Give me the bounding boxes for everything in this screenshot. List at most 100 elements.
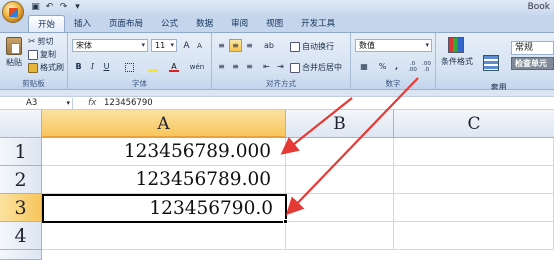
brush-icon [28, 62, 38, 73]
cut-button[interactable]: ✂ 剪切 [28, 36, 54, 47]
fx-icon[interactable]: fx [88, 97, 97, 110]
number-format-combo[interactable]: 数值 [355, 39, 432, 52]
font-group-label: 字体 [132, 79, 147, 88]
tab-data[interactable]: 数据 [187, 15, 222, 32]
italic-button[interactable]: I [86, 60, 99, 73]
name-box[interactable]: A3 [1, 98, 73, 109]
decrease-decimal-button[interactable]: .00 .0 [420, 60, 433, 73]
redo-icon[interactable]: ↷ [58, 2, 69, 13]
cell-a1[interactable]: 123456789.000 [42, 138, 286, 166]
align-right-button[interactable]: ≡ [243, 60, 256, 73]
shrink-font-label: A [197, 42, 202, 50]
number-group-label: 数字 [385, 79, 401, 88]
font-color-swatch [169, 70, 179, 72]
row-header-4[interactable]: 4 [0, 222, 42, 250]
tab-review[interactable]: 审阅 [222, 15, 257, 32]
spreadsheet-grid: A B C 1 2 3 4 123456789.000 123456789.00… [0, 110, 554, 260]
cell-b3[interactable] [286, 194, 394, 222]
grow-font-label: A [183, 41, 190, 51]
phonetic-button[interactable]: wén [187, 60, 207, 73]
tab-page-layout[interactable]: 页面布局 [100, 15, 152, 32]
cell-style-normal[interactable]: 常规 [511, 41, 554, 55]
border-icon [124, 63, 134, 72]
paste-button[interactable]: 粘贴 [4, 37, 24, 68]
format-painter-label: 格式刷 [40, 63, 64, 72]
align-bottom-button[interactable]: ≡ [243, 39, 256, 52]
tab-home[interactable]: 开始 [28, 15, 66, 32]
row-header-5[interactable] [0, 250, 42, 260]
shrink-font-button[interactable]: A [193, 39, 206, 52]
alignment-group-label: 对齐方式 [266, 79, 296, 88]
increase-indent-icon: ⇥ [277, 62, 284, 71]
row-header-3[interactable]: 3 [0, 194, 42, 222]
fill-color-button[interactable] [144, 60, 162, 73]
align-top-button[interactable]: ≡ [215, 39, 228, 52]
wrap-text-button[interactable]: 自动换行 [290, 41, 334, 52]
tab-formulas[interactable]: 公式 [152, 15, 187, 32]
paste-icon [6, 37, 22, 55]
cell-c1[interactable] [394, 138, 554, 166]
column-header-c[interactable]: C [394, 110, 554, 138]
currency-button[interactable]: ▦ [355, 60, 373, 73]
tab-developer[interactable]: 开发工具 [292, 15, 344, 32]
undo-icon[interactable]: ↶ [44, 2, 55, 13]
merge-icon [290, 62, 300, 73]
column-header-a[interactable]: A [42, 110, 286, 138]
comma-button[interactable]: , [390, 60, 403, 73]
row-header-2[interactable]: 2 [0, 166, 42, 194]
decrease-indent-icon: ⇤ [263, 62, 270, 71]
office-button[interactable] [2, 1, 24, 23]
cell-b4[interactable] [286, 222, 394, 250]
copy-button[interactable]: 复制 [28, 49, 56, 60]
title-bar: ▣ ↶ ↷ ▾ Book [0, 0, 554, 15]
select-all-corner[interactable] [0, 110, 42, 138]
underline-button[interactable]: U [100, 60, 113, 73]
font-name-combo[interactable]: 宋体 [72, 39, 148, 52]
table-format-icon [483, 55, 499, 71]
conditional-format-icon [448, 37, 464, 53]
borders-button[interactable] [120, 60, 138, 73]
cell-b2[interactable] [286, 166, 394, 194]
cell-c4[interactable] [394, 222, 554, 250]
align-left-button[interactable]: ≡ [215, 60, 228, 73]
cell-a3[interactable]: 123456790.0 [42, 194, 287, 223]
grow-font-button[interactable]: A [180, 39, 193, 52]
merge-center-button[interactable]: 合并后居中 [290, 62, 342, 73]
save-icon[interactable]: ▣ [30, 2, 41, 13]
wrap-text-label: 自动换行 [302, 42, 334, 51]
cell-c2[interactable] [394, 166, 554, 194]
increase-indent-button[interactable]: ⇥ [274, 60, 287, 73]
tab-view[interactable]: 视图 [257, 15, 292, 32]
scissors-icon: ✂ [28, 36, 36, 47]
cell-style-check-cell[interactable]: 检查单元 [511, 57, 554, 70]
currency-icon: ▦ [360, 62, 368, 71]
conditional-formatting-label: 条件格式 [441, 57, 473, 66]
conditional-formatting-button[interactable]: 条件格式 [441, 37, 473, 67]
customize-icon[interactable]: ▾ [72, 2, 83, 13]
align-center-button[interactable]: ≡ [229, 60, 242, 73]
formula-input[interactable]: 123456790 [104, 97, 153, 110]
cell-a2[interactable]: 123456789.00 [42, 166, 286, 194]
formula-bar: A3 fx 123456790 [0, 96, 554, 110]
alignment-group: ≡ ≡ ≡ ab 自动换行 ≡ ≡ ≡ ⇤ ⇥ 合并后居中 对齐方式 [212, 33, 351, 90]
cell-c3[interactable] [394, 194, 554, 222]
ribbon-tabs: 开始 插入 页面布局 公式 数据 审阅 视图 开发工具 [0, 15, 554, 32]
format-painter-button[interactable]: 格式刷 [28, 62, 64, 73]
increase-decimal-button[interactable]: .0 .00 [406, 60, 419, 73]
bold-button[interactable]: B [72, 60, 85, 73]
font-size-combo[interactable]: 11 [151, 39, 177, 52]
cell-b1[interactable] [286, 138, 394, 166]
align-middle-button[interactable]: ≡ [229, 39, 242, 52]
cell-a4[interactable] [42, 222, 286, 250]
clipboard-group-label: 剪贴板 [22, 79, 45, 88]
orientation-button[interactable]: ab [260, 39, 278, 52]
decrease-indent-button[interactable]: ⇤ [260, 60, 273, 73]
tab-insert[interactable]: 插入 [65, 15, 100, 32]
font-color-button[interactable]: A [165, 60, 183, 73]
wrap-text-icon [290, 41, 300, 52]
column-header-b[interactable]: B [286, 110, 394, 138]
percent-button[interactable]: % [376, 60, 389, 73]
row-header-1[interactable]: 1 [0, 138, 42, 166]
fill-handle[interactable] [283, 219, 288, 224]
align-left-icon: ≡ [218, 62, 225, 71]
